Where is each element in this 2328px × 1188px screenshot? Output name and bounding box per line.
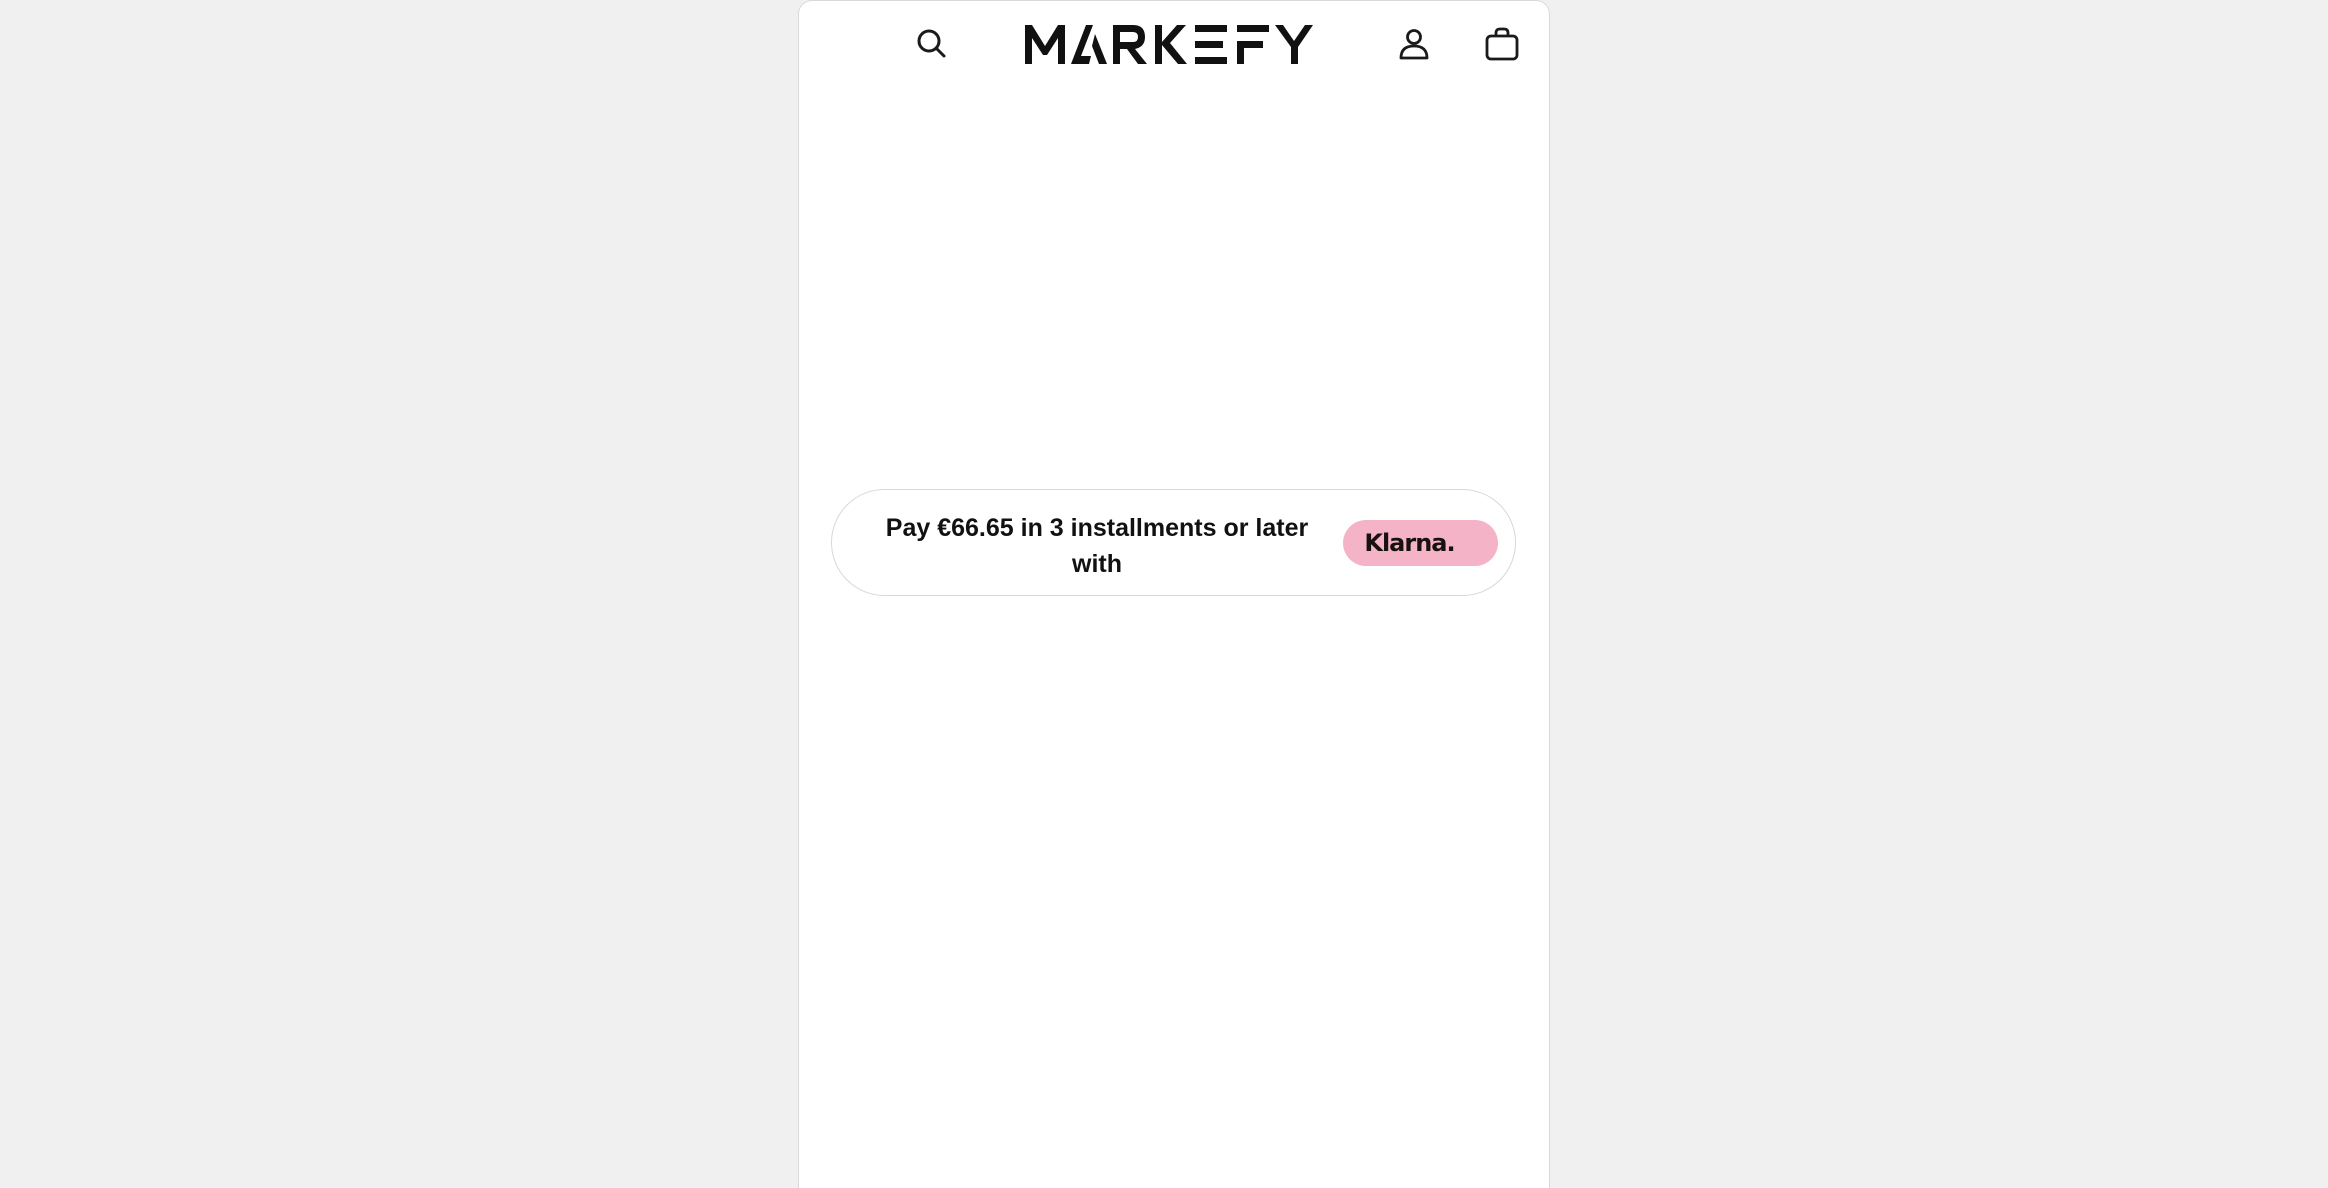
markefy-logo[interactable]	[1023, 21, 1319, 67]
shopping-bag-icon	[1485, 27, 1519, 61]
search-icon	[917, 29, 946, 58]
account-button[interactable]	[1393, 23, 1435, 65]
cart-button[interactable]	[1481, 23, 1523, 65]
klarna-logo: Klarna.	[1364, 529, 1455, 557]
user-icon	[1399, 29, 1429, 60]
storefront-panel: Pay €66.65 in 3 installments or later wi…	[798, 0, 1550, 1188]
search-button[interactable]	[911, 23, 953, 65]
klarna-message: Pay €66.65 in 3 installments or later wi…	[885, 514, 1309, 578]
markefy-logo-mark	[1025, 25, 1313, 64]
klarna-installments-banner[interactable]: Pay €66.65 in 3 installments or later wi…	[831, 489, 1516, 596]
klarna-badge[interactable]: Klarna.	[1343, 520, 1498, 566]
